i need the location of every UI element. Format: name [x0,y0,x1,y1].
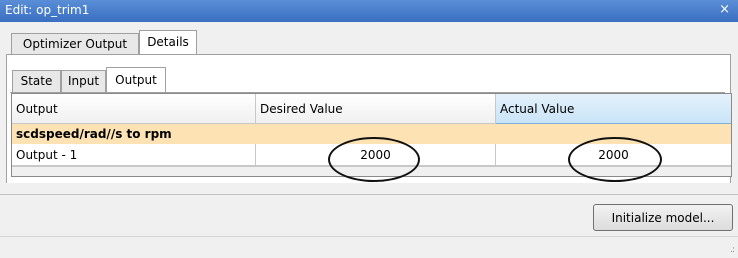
tab-label: Optimizer Output [22,37,128,51]
table-empty-area [12,166,731,176]
button-label: Initialize model... [611,211,715,225]
subtab-state[interactable]: State [12,70,61,93]
subtab-label: Output [115,73,157,87]
group-label: scdspeed/rad//s to rpm [16,127,172,141]
output-name-cell[interactable]: Output - 1 [12,144,256,166]
tab-details[interactable]: Details [139,30,197,55]
separator [0,194,738,195]
tab-optimizer-output[interactable]: Optimizer Output [11,33,139,55]
desired-value: 2000 [360,148,391,162]
window-title: Edit: op_trim1 [5,3,90,17]
close-icon[interactable]: × [719,2,730,17]
resize-grip-icon[interactable]: .: [730,245,735,255]
title-bar: Edit: op_trim1 × [0,0,738,22]
status-bar: .: [0,236,738,258]
output-table: Output Desired Value Actual Value scdspe… [11,93,732,177]
subtab-label: Input [67,74,100,88]
column-header-label: Desired Value [260,102,343,116]
column-header-label: Actual Value [500,102,575,116]
initialize-model-button[interactable]: Initialize model... [593,204,733,231]
tab-label: Details [147,35,189,49]
actual-value: 2000 [598,148,629,162]
subtab-input[interactable]: Input [61,70,106,93]
column-header-actual-value[interactable]: Actual Value [496,94,731,124]
output-name: Output - 1 [16,148,78,162]
subtab-output[interactable]: Output [106,67,166,93]
column-header-desired-value[interactable]: Desired Value [256,94,496,124]
actual-value-cell[interactable]: 2000 [496,144,731,166]
desired-value-cell[interactable]: 2000 [256,144,496,166]
subtab-label: State [20,74,53,88]
column-header-output[interactable]: Output [12,94,256,124]
table-group-row[interactable]: scdspeed/rad//s to rpm [12,124,731,144]
column-header-label: Output [16,102,58,116]
